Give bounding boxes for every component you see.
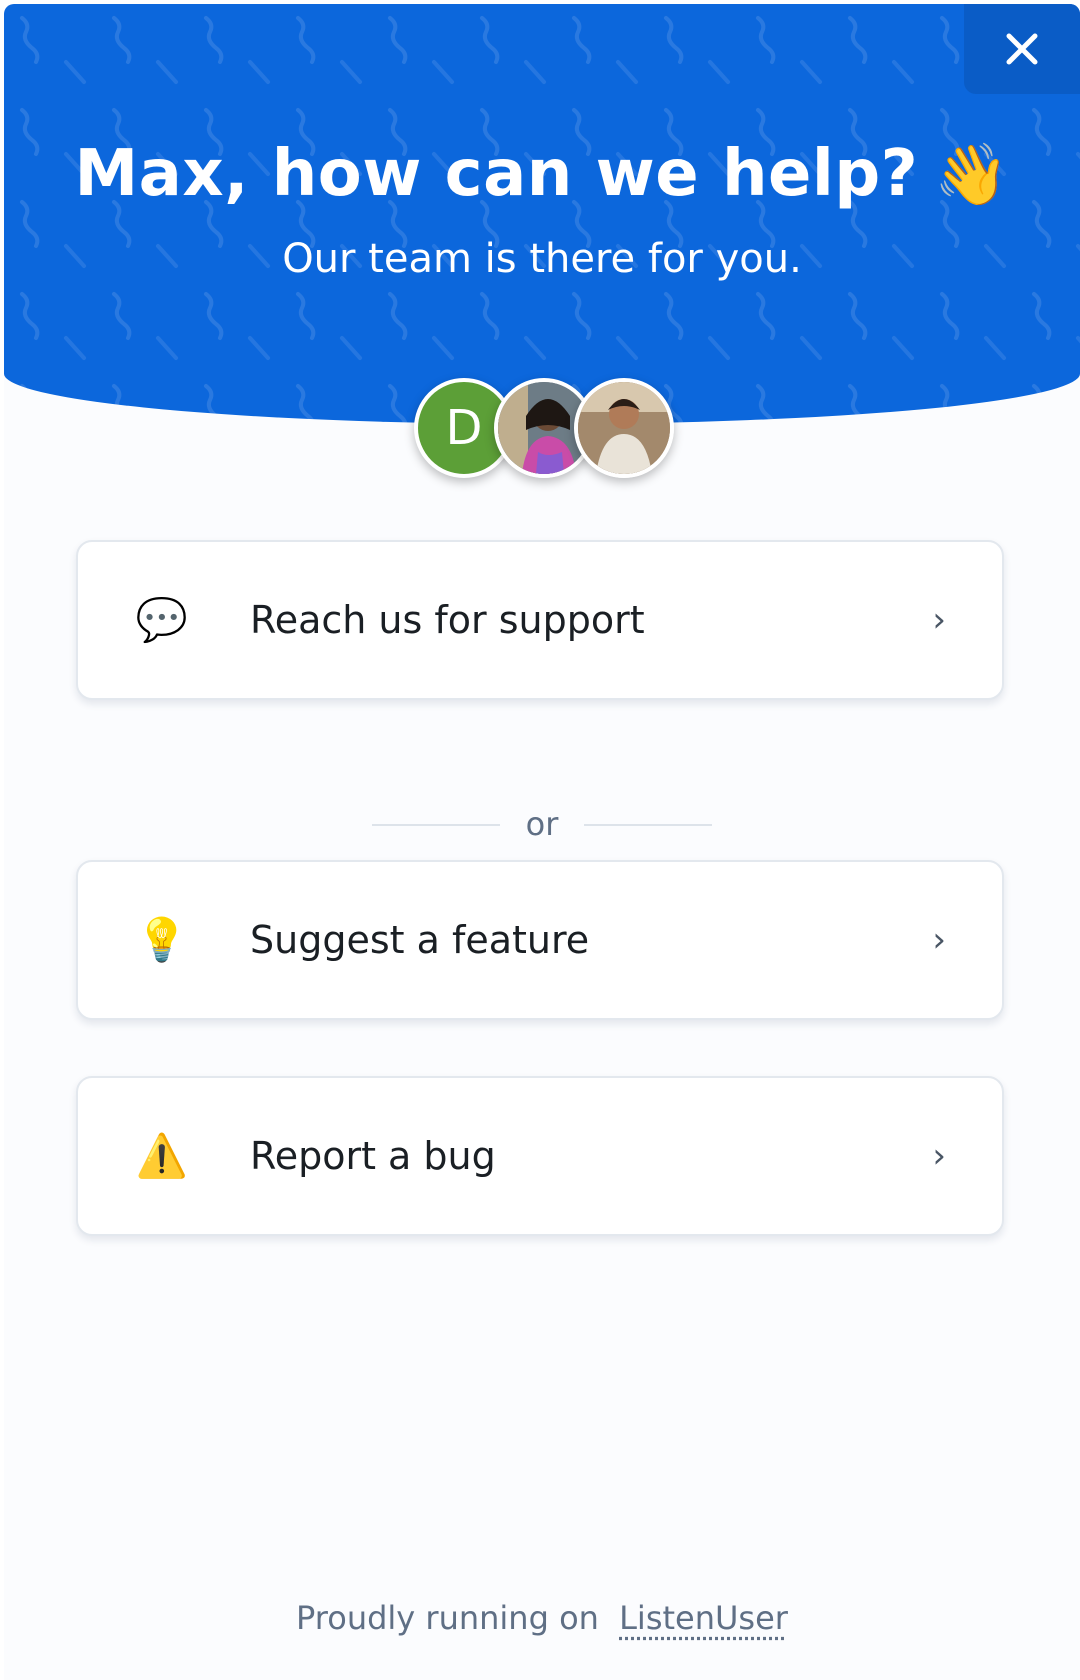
reach-support-label: Reach us for support	[250, 598, 645, 642]
close-icon	[1006, 33, 1038, 65]
avatar-initial: D	[445, 400, 483, 456]
team-avatars: D	[414, 378, 674, 478]
speech-bubble-icon: 💬	[135, 595, 189, 644]
chevron-right-icon: ›	[932, 920, 946, 960]
chevron-right-icon: ›	[932, 1136, 946, 1176]
suggest-feature-button[interactable]: 💡 Suggest a feature ›	[76, 860, 1004, 1020]
or-divider: or	[372, 804, 712, 844]
report-bug-button[interactable]: ⚠️ Report a bug ›	[76, 1076, 1004, 1236]
divider-line	[584, 824, 712, 826]
brand-link[interactable]: ListenUser	[619, 1599, 788, 1637]
subtitle: Our team is there for you.	[282, 236, 802, 282]
header-banner: Max, how can we help? 👋 Our team is there…	[4, 4, 1080, 424]
person-photo-icon	[578, 382, 670, 474]
page-title: Max, how can we help? 👋	[4, 132, 1080, 217]
warning-icon: ⚠️	[135, 1131, 189, 1180]
waving-hand-icon: 👋	[934, 140, 1010, 210]
title-text: Max, how can we help?	[74, 137, 919, 211]
report-bug-label: Report a bug	[250, 1134, 496, 1178]
avatar	[574, 378, 674, 478]
chevron-right-icon: ›	[932, 600, 946, 640]
reach-support-button[interactable]: 💬 Reach us for support ›	[76, 540, 1004, 700]
lightbulb-icon: 💡	[135, 915, 189, 964]
footer-prefix: Proudly running on	[296, 1599, 599, 1637]
footer: Proudly running on ListenUser	[4, 1594, 1080, 1642]
close-button[interactable]	[964, 4, 1080, 94]
suggest-feature-label: Suggest a feature	[250, 918, 590, 962]
help-widget: Max, how can we help? 👋 Our team is there…	[4, 4, 1080, 1680]
